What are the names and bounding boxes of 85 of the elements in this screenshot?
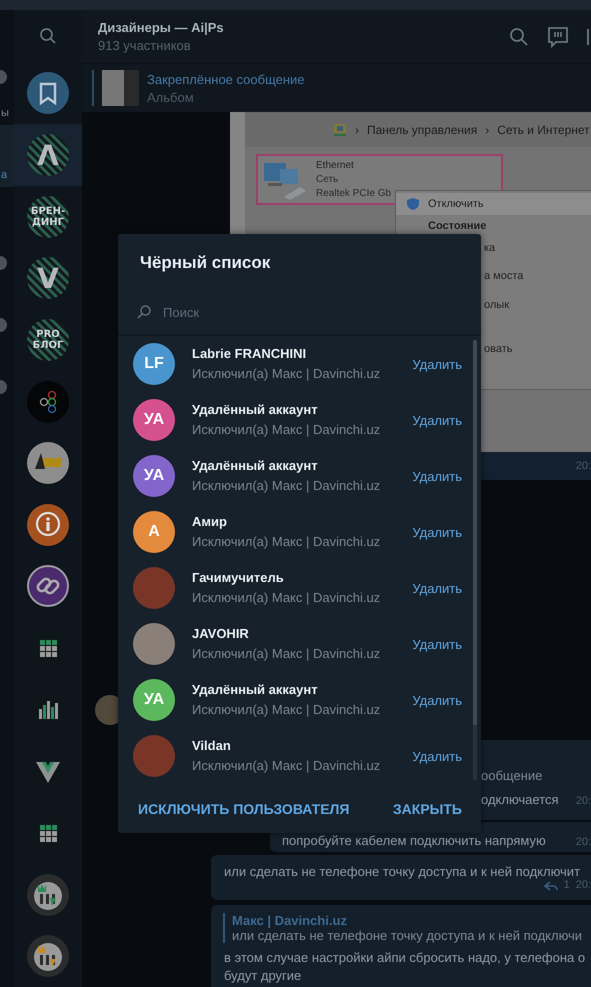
- castle-logo-icon[interactable]: [27, 874, 69, 916]
- channel-logo[interactable]: БРЕН- ДИНГ: [27, 196, 69, 238]
- quote-text: или сделать не телефоне точку доступа и к ней подключи: [232, 928, 584, 943]
- reply-quote[interactable]: Макс | Davinchi.uz или сделать не телефоне точку доступа и к ней подключи: [223, 913, 591, 943]
- adapter-name: Ethernet: [316, 159, 355, 173]
- bookmark-icon[interactable]: [27, 72, 69, 114]
- message-text: попробуйте кабелем подключить напрямую: [282, 833, 546, 848]
- message-time: 20:: [576, 879, 591, 891]
- remove-button[interactable]: Удалить: [412, 692, 462, 708]
- avatar-initials: А: [133, 511, 175, 553]
- close-button[interactable]: ЗАКРЫТЬ: [392, 796, 462, 820]
- rings-logo-icon[interactable]: [27, 380, 69, 423]
- search-icon[interactable]: [509, 26, 529, 46]
- remove-button[interactable]: Удалить: [412, 356, 462, 372]
- comment-icon[interactable]: [547, 26, 569, 48]
- channel-logo[interactable]: V: [27, 257, 69, 300]
- pinned-text: Альбом: [147, 90, 195, 104]
- user-name: Удалённый аккаунт: [192, 457, 319, 475]
- chain-link-icon[interactable]: [27, 565, 69, 608]
- message-text: в этом случае настройки айпи сбросить надо, у телефона о: [224, 949, 586, 967]
- ban-info: Исключил(а) Макс | Davinchi.uz: [192, 533, 382, 551]
- message-text: одключается: [481, 792, 559, 807]
- scrollbar[interactable]: [473, 340, 477, 780]
- message-time: 20:: [576, 836, 591, 848]
- user-name: Удалённый аккаунт: [192, 681, 319, 699]
- channel-logo[interactable]: Λ: [27, 134, 69, 176]
- pinned-message-bar[interactable]: Закреплённое сообщение Альбом: [82, 63, 591, 112]
- user-name: Амир: [192, 513, 228, 531]
- ban-info: Исключил(а) Макс | Davinchi.uz: [192, 477, 382, 495]
- ban-info: Исключил(а) Макс | Davinchi.uz: [192, 589, 382, 607]
- avatar-photo: [133, 623, 175, 665]
- menu-item[interactable]: Состояние: [396, 215, 591, 237]
- user-name: Labrie FRANCHINI: [192, 345, 308, 363]
- user-name: Гачимучитель: [192, 569, 285, 587]
- avatar-initials: LF: [133, 343, 175, 385]
- user-name: Удалённый аккаунт: [192, 401, 319, 419]
- user-name: JAVOHIR: [192, 625, 250, 643]
- breadcrumb-item[interactable]: Панель управления: [367, 122, 478, 136]
- quote-author: Макс | Davinchi.uz: [232, 913, 348, 928]
- info-logo-icon[interactable]: [27, 504, 69, 546]
- avatar-initials: УА: [133, 399, 175, 441]
- ban-info: Исключил(а) Макс | Davinchi.uz: [192, 645, 382, 663]
- search-field[interactable]: Поиск: [163, 304, 443, 320]
- breadcrumb-item[interactable]: Сеть и Интернет: [497, 122, 590, 136]
- quoted-text: ообщение: [481, 768, 544, 783]
- ban-info: Исключил(а) Макс | Davinchi.uz: [192, 421, 382, 439]
- avatar-initials: УА: [133, 679, 175, 721]
- remove-button[interactable]: Удалить: [412, 524, 462, 540]
- pinned-title: Закреплённое сообщение: [147, 72, 306, 86]
- menu-item[interactable]: Отключить: [396, 193, 591, 215]
- remove-button[interactable]: Удалить: [412, 412, 462, 428]
- reply-arrow-icon: [544, 881, 558, 891]
- chat-name-fragment: а: [1, 169, 8, 181]
- search-icon: [137, 305, 151, 319]
- network-folder-icon: [333, 122, 347, 136]
- shield-icon: [406, 197, 420, 211]
- chevron-icon: ›: [355, 122, 359, 136]
- member-count: 913 участников: [98, 38, 192, 53]
- photo-thumbnail: [102, 70, 139, 106]
- message-time: 20:: [576, 795, 591, 807]
- chevron-icon: ›: [485, 122, 490, 136]
- avatar-initials: УА: [133, 455, 175, 497]
- channel-logo[interactable]: PRO БЛОГ: [27, 318, 69, 361]
- ban-info: Исключил(а) Макс | Davinchi.uz: [192, 365, 382, 383]
- dialog-title: Чёрный список: [139, 252, 272, 274]
- remove-button[interactable]: Удалить: [412, 468, 462, 484]
- ban-info: Исключил(а) Макс | Davinchi.uz: [192, 701, 382, 719]
- castle-logo-icon[interactable]: [27, 935, 69, 978]
- ban-info: Исключил(а) Макс | Davinchi.uz: [192, 757, 382, 775]
- remove-button[interactable]: Удалить: [412, 580, 462, 596]
- avatar-photo: [133, 567, 175, 609]
- search-icon[interactable]: [39, 27, 57, 46]
- avatar-photo: [133, 735, 175, 777]
- user-name: Vildan: [192, 737, 232, 755]
- arena-logo-icon[interactable]: [27, 442, 69, 484]
- remove-button[interactable]: Удалить: [412, 636, 462, 652]
- message-text: будут другие: [224, 967, 302, 985]
- ban-user-button[interactable]: ИСКЛЮЧИТЬ ПОЛЬЗОВАТЕЛЯ: [138, 796, 350, 820]
- chat-name-fragment: ы: [1, 107, 9, 119]
- message-text: или сделать не телефоне точку доступа и к ней подключит: [224, 864, 582, 879]
- adapter-device: Realtek PCIe Gb: [316, 187, 392, 201]
- chat-title: Дизайнеры — Ai|Ps: [98, 20, 225, 35]
- adapter-status: Сеть: [316, 173, 340, 187]
- remove-button[interactable]: Удалить: [412, 748, 462, 764]
- message-time: 20:: [576, 460, 591, 472]
